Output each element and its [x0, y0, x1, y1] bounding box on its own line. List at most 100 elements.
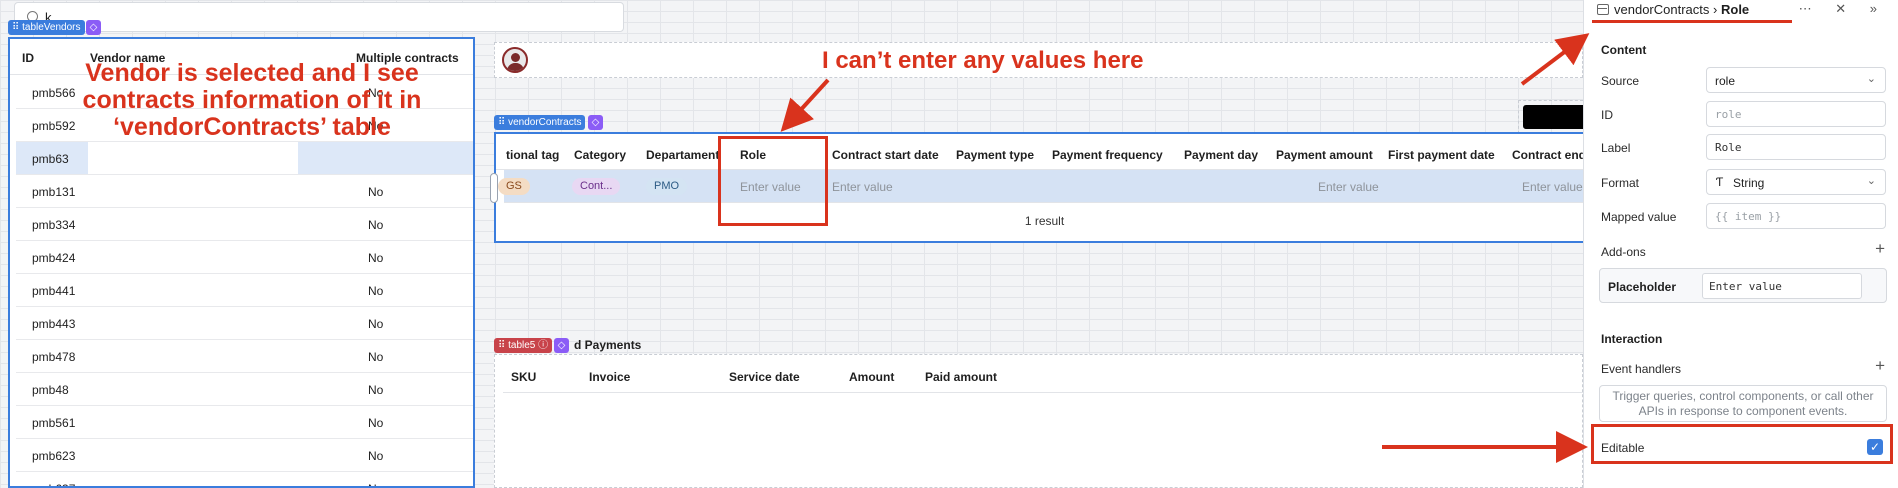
column-header-payment-type[interactable]: Payment type — [956, 148, 1034, 162]
interaction-section-title: Interaction — [1601, 332, 1663, 346]
column-header-contract-end[interactable]: Contract end — [1512, 148, 1583, 162]
placeholder-label: Placeholder — [1608, 280, 1677, 294]
table-row[interactable]: pmb131 No — [16, 175, 473, 208]
column-header-paid-amount[interactable]: Paid amount — [925, 370, 997, 384]
vendor-id-cell: pmb623 — [32, 449, 76, 463]
redacted-vendor-name — [88, 472, 298, 486]
component-icon[interactable]: ◇ — [588, 115, 603, 130]
category-pill: Cont... — [572, 178, 621, 195]
tag-pill: GS — [498, 178, 530, 195]
column-header-service-date[interactable]: Service date — [729, 370, 800, 384]
widget-tag-tablevendors[interactable]: ⠿ tableVendors — [8, 20, 85, 35]
payments-table[interactable]: SKU Invoice Service date Amount Paid amo… — [494, 354, 1584, 488]
table-header: SKU Invoice Service date Amount Paid amo… — [503, 355, 1584, 393]
placeholder-input[interactable]: Enter value — [1702, 273, 1862, 299]
column-header-id[interactable]: ID — [22, 51, 34, 65]
event-handlers-label: Event handlers — [1601, 362, 1682, 376]
format-label: Format — [1601, 176, 1640, 190]
multiple-contracts-cell: No — [368, 482, 383, 486]
annotation-role-highlight — [718, 136, 828, 226]
department-pill: PMO — [646, 178, 688, 195]
table-row[interactable]: pmb48 No — [16, 373, 473, 406]
chevron-down-icon: ⌄ — [1866, 73, 1876, 85]
vendor-id-cell: pmb637 — [32, 482, 75, 486]
table-row[interactable]: GS Cont... PMO Enter value Enter value E… — [498, 170, 1583, 202]
widget-tag-vendorcontracts[interactable]: ⠿ vendorContracts — [494, 115, 586, 130]
multiple-contracts-cell: No — [368, 317, 384, 331]
avatar[interactable] — [502, 47, 528, 73]
table-row[interactable]: pmb441 No — [16, 274, 473, 307]
breadcrumb[interactable]: vendorContracts › Role — [1614, 2, 1749, 17]
column-header-invoice[interactable]: Invoice — [589, 370, 630, 384]
table-row[interactable]: pmb637 No — [16, 472, 473, 486]
table-row[interactable]: pmb334 No — [16, 208, 473, 241]
source-select[interactable]: role ⌄ — [1706, 67, 1886, 93]
chevron-down-icon: ⌄ — [1866, 175, 1876, 187]
resize-handle[interactable] — [490, 173, 498, 203]
redacted-vendor-name — [88, 307, 298, 339]
vendor-id-cell: pmb441 — [32, 284, 76, 298]
inspector-header: vendorContracts › Role ⋯ ✕ » — [1584, 0, 1898, 20]
redacted-vendor-name — [88, 340, 298, 372]
table-header: tional tag Category Departament Role Con… — [496, 134, 1583, 170]
column-header-amount[interactable]: Amount — [849, 370, 894, 384]
table-row[interactable]: pmb443 No — [16, 307, 473, 340]
format-select[interactable]: Ƭ String ⌄ — [1706, 169, 1886, 195]
column-header-category[interactable]: Category — [574, 148, 626, 162]
column-header-payment-frequency[interactable]: Payment frequency — [1052, 148, 1163, 162]
column-header-payment-day[interactable]: Payment day — [1184, 148, 1258, 162]
component-icon[interactable]: ◇ — [86, 20, 101, 35]
table-row[interactable]: pmb424 No — [16, 241, 473, 274]
multiple-contracts-cell: No — [368, 185, 384, 199]
table-footer: 1 result — [504, 202, 1583, 237]
mapped-value-field[interactable]: {{ item }} — [1706, 203, 1886, 229]
redacted-vendor-name — [88, 208, 298, 240]
column-header-sku[interactable]: SKU — [511, 370, 536, 384]
contract-end-cell[interactable]: Enter value — [1522, 180, 1583, 194]
column-header-department[interactable]: Departament — [646, 148, 719, 162]
widget-tag-table5[interactable]: ⠿ table5 ⓘ — [494, 338, 553, 353]
placeholder-addon: Placeholder Enter value — [1599, 268, 1887, 303]
table-row[interactable]: pmb478 No — [16, 340, 473, 373]
annotation-editable-highlight — [1591, 424, 1893, 464]
search-input[interactable]: k — [14, 2, 624, 32]
redacted-vendor-name — [88, 439, 298, 471]
label-field[interactable]: Role — [1706, 134, 1886, 160]
component-icon[interactable]: ◇ — [554, 338, 569, 353]
redacted-vendor-name — [88, 373, 298, 405]
add-addon-icon[interactable]: + — [1875, 239, 1885, 259]
redacted-vendor-name — [88, 142, 298, 174]
contract-start-date-cell[interactable]: Enter value — [832, 180, 893, 194]
multiple-contracts-cell: No — [368, 416, 384, 430]
table-row[interactable]: pmb561 No — [16, 406, 473, 439]
redacted-vendor-name — [88, 274, 298, 306]
column-header-first-payment-date[interactable]: First payment date — [1388, 148, 1495, 162]
app-root: { "search": { "value": "k" }, "vendors_w… — [0, 0, 1898, 488]
action-button[interactable] — [1523, 105, 1583, 129]
header-actions-icons[interactable]: ⋯ ✕ » — [1799, 1, 1887, 17]
table-row[interactable]: pmb623 No — [16, 439, 473, 472]
vendor-id-cell: pmb48 — [32, 383, 69, 397]
column-header-contract-start-date[interactable]: Contract start date — [832, 148, 939, 162]
redacted-vendor-name — [88, 406, 298, 438]
source-label: Source — [1601, 74, 1640, 88]
add-event-handler-icon[interactable]: + — [1875, 356, 1885, 376]
vendor-id-cell: pmb334 — [32, 218, 76, 232]
content-section-title: Content — [1601, 43, 1647, 57]
multiple-contracts-cell: No — [368, 383, 384, 397]
active-underline — [1592, 20, 1792, 23]
column-header-tag[interactable]: tional tag — [506, 148, 559, 162]
column-header-payment-amount[interactable]: Payment amount — [1276, 148, 1373, 162]
redacted-vendor-name — [88, 175, 298, 207]
vendor-id-cell: pmb443 — [32, 317, 76, 331]
payments-title: d Payments — [574, 338, 642, 352]
event-handlers-hint: Trigger queries, control components, or … — [1599, 385, 1887, 422]
text-type-icon: Ƭ — [1716, 175, 1724, 189]
vendor-contracts-table[interactable]: tional tag Category Departament Role Con… — [494, 132, 1583, 243]
multiple-contracts-cell: No — [368, 284, 384, 298]
multiple-contracts-cell: No — [368, 251, 384, 265]
vendor-id-cell: pmb561 — [32, 416, 76, 430]
id-field[interactable]: role — [1706, 101, 1886, 127]
table-row[interactable]: pmb63 — [16, 142, 473, 175]
payment-amount-cell[interactable]: Enter value — [1318, 180, 1379, 194]
